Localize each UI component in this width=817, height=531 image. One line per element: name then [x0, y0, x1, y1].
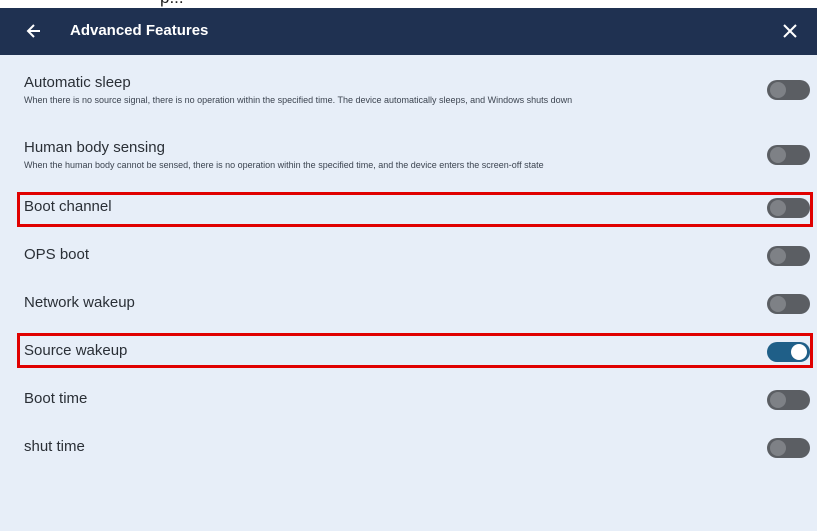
toggle-knob: [770, 82, 786, 98]
page-title: Advanced Features: [70, 22, 209, 39]
automatic-sleep-toggle[interactable]: [767, 80, 810, 100]
toggle-knob: [770, 296, 786, 312]
toggle-knob: [770, 248, 786, 264]
setting-label: shut time: [24, 438, 85, 455]
highlight-box-source-wakeup: [17, 333, 813, 368]
setting-label: Human body sensing: [24, 139, 165, 156]
close-icon[interactable]: [780, 21, 800, 41]
arrow-left-icon[interactable]: [26, 21, 42, 41]
setting-label: OPS boot: [24, 246, 90, 263]
boot-channel-toggle[interactable]: [767, 198, 810, 218]
toggle-knob: [791, 344, 807, 360]
network-wakeup-toggle[interactable]: [767, 294, 810, 314]
highlight-box-boot-channel: [17, 192, 813, 227]
setting-label: Source wakeup: [24, 342, 128, 359]
toggle-knob: [770, 440, 786, 456]
caption-strip: p...: [0, 0, 817, 8]
source-wakeup-toggle[interactable]: [767, 342, 810, 362]
toggle-knob: [770, 147, 786, 163]
setting-label: Boot channel: [24, 198, 112, 215]
toggle-knob: [770, 200, 786, 216]
shut-time-toggle[interactable]: [767, 438, 810, 458]
setting-description: When there is no source signal, there is…: [24, 95, 573, 105]
setting-label: Automatic sleep: [24, 74, 131, 91]
setting-description: When the human body cannot be sensed, th…: [24, 160, 544, 170]
human-body-sensing-toggle[interactable]: [767, 145, 810, 165]
ops-boot-toggle[interactable]: [767, 246, 810, 266]
toggle-knob: [770, 392, 786, 408]
setting-label: Boot time: [24, 390, 88, 407]
advanced-features-panel: Advanced Features Automatic sleep When t…: [0, 8, 817, 531]
boot-time-toggle[interactable]: [767, 390, 810, 410]
header-bar: Advanced Features: [0, 8, 817, 55]
setting-label: Network wakeup: [24, 294, 135, 311]
caption-text: p...: [160, 0, 184, 8]
